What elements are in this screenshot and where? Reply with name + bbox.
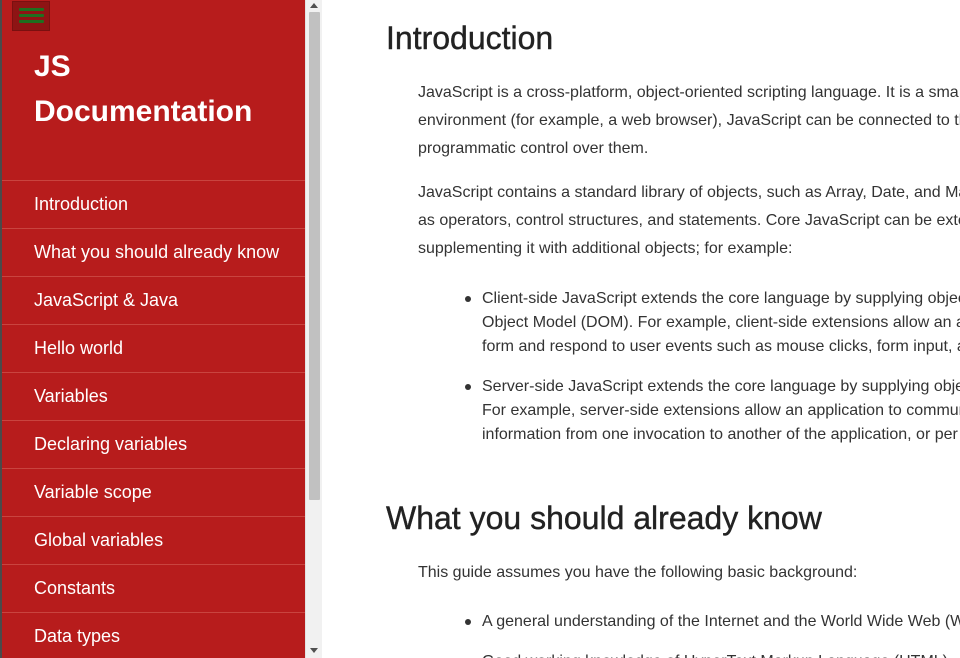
bullet-list: A general understanding of the Internet … — [418, 610, 960, 658]
sidebar-panel: JS Documentation Introduction What you s… — [2, 0, 305, 658]
list-item-line: Server-side JavaScript extends the core … — [482, 378, 960, 395]
nav-item-hello-world[interactable]: Hello world — [2, 324, 305, 372]
list-item-line: Object Model (DOM). For example, client-… — [482, 314, 960, 331]
nav-list: Introduction What you should already kno… — [2, 180, 305, 658]
nav-link[interactable]: Data types — [34, 626, 120, 647]
list-item-line: Good working knowledge of HyperText Mark… — [482, 650, 960, 658]
paragraph-line: environment (for example, a web browser)… — [418, 112, 960, 129]
list-item: Server-side JavaScript extends the core … — [418, 375, 960, 447]
hamburger-menu-icon[interactable] — [12, 1, 50, 31]
nav-link[interactable]: Variable scope — [34, 482, 152, 503]
nav-item-data-types[interactable]: Data types — [2, 612, 305, 658]
sidebar-title-line: JS — [34, 50, 71, 83]
nav-link[interactable]: Hello world — [34, 338, 123, 359]
section-heading-what-you-should-already-know: What you should already know — [386, 500, 822, 536]
nav-item-javascript-and-java[interactable]: JavaScript & Java — [2, 276, 305, 324]
list-item: Client-side JavaScript extends the core … — [418, 287, 960, 359]
nav-link[interactable]: Introduction — [34, 194, 128, 215]
bullet-dot-icon — [465, 619, 471, 625]
nav-link[interactable]: Variables — [34, 386, 108, 407]
nav-item-introduction[interactable]: Introduction — [2, 180, 305, 228]
list-item-line: For example, server-side extensions allo… — [482, 402, 960, 419]
paragraph-line: programmatic control over them. — [418, 140, 649, 157]
sidebar-scrollbar[interactable] — [305, 0, 322, 658]
nav-item-global-variables[interactable]: Global variables — [2, 516, 305, 564]
paragraph: JavaScript contains a standard library o… — [418, 179, 960, 263]
scroll-up-arrow-icon[interactable] — [310, 3, 318, 8]
main-content: Introduction JavaScript is a cross-platf… — [322, 0, 960, 658]
nav-item-constants[interactable]: Constants — [2, 564, 305, 612]
bullet-dot-icon — [465, 296, 471, 302]
sidebar-title-line: Documentation — [34, 95, 253, 128]
nav-link[interactable]: JavaScript & Java — [34, 290, 178, 311]
sidebar: JS Documentation Introduction What you s… — [0, 0, 322, 658]
list-item-line: form and respond to user events such as … — [482, 338, 960, 355]
nav-item-what-you-should-already-know[interactable]: What you should already know — [2, 228, 305, 276]
bullet-list: Client-side JavaScript extends the core … — [418, 287, 960, 447]
paragraph-line: JavaScript is a cross-platform, object-o… — [418, 84, 959, 101]
nav-link[interactable]: What you should already know — [34, 242, 279, 263]
nav-item-declaring-variables[interactable]: Declaring variables — [2, 420, 305, 468]
scrollbar-thumb[interactable] — [309, 12, 320, 500]
nav-link[interactable]: Global variables — [34, 530, 163, 551]
list-item-line: A general understanding of the Internet … — [482, 613, 960, 630]
list-item: Good working knowledge of HyperText Mark… — [418, 650, 960, 658]
nav-link[interactable]: Constants — [34, 578, 115, 599]
app-window: JS Documentation Introduction What you s… — [0, 0, 960, 658]
nav-item-variables[interactable]: Variables — [2, 372, 305, 420]
nav-item-variable-scope[interactable]: Variable scope — [2, 468, 305, 516]
list-item-line: information from one invocation to anoth… — [482, 426, 958, 443]
section-heading-introduction: Introduction — [386, 20, 554, 56]
scroll-down-arrow-icon[interactable] — [310, 648, 318, 653]
bullet-dot-icon — [465, 384, 471, 390]
list-item: A general understanding of the Internet … — [418, 610, 960, 634]
paragraph-line: as operators, control structures, and st… — [418, 212, 960, 229]
paragraph-line: This guide assumes you have the followin… — [418, 564, 858, 581]
paragraph-line: JavaScript contains a standard library o… — [418, 184, 960, 201]
menu-icon-bar — [19, 8, 44, 11]
paragraph-line: supplementing it with additional objects… — [418, 240, 793, 257]
menu-icon-bar — [19, 14, 44, 17]
nav-link[interactable]: Declaring variables — [34, 434, 187, 455]
list-item-line: Client-side JavaScript extends the core … — [482, 290, 960, 307]
menu-icon-bar — [19, 20, 44, 23]
paragraph: This guide assumes you have the followin… — [418, 559, 857, 587]
paragraph: JavaScript is a cross-platform, object-o… — [418, 79, 960, 163]
sidebar-title: JS Documentation — [34, 44, 294, 134]
